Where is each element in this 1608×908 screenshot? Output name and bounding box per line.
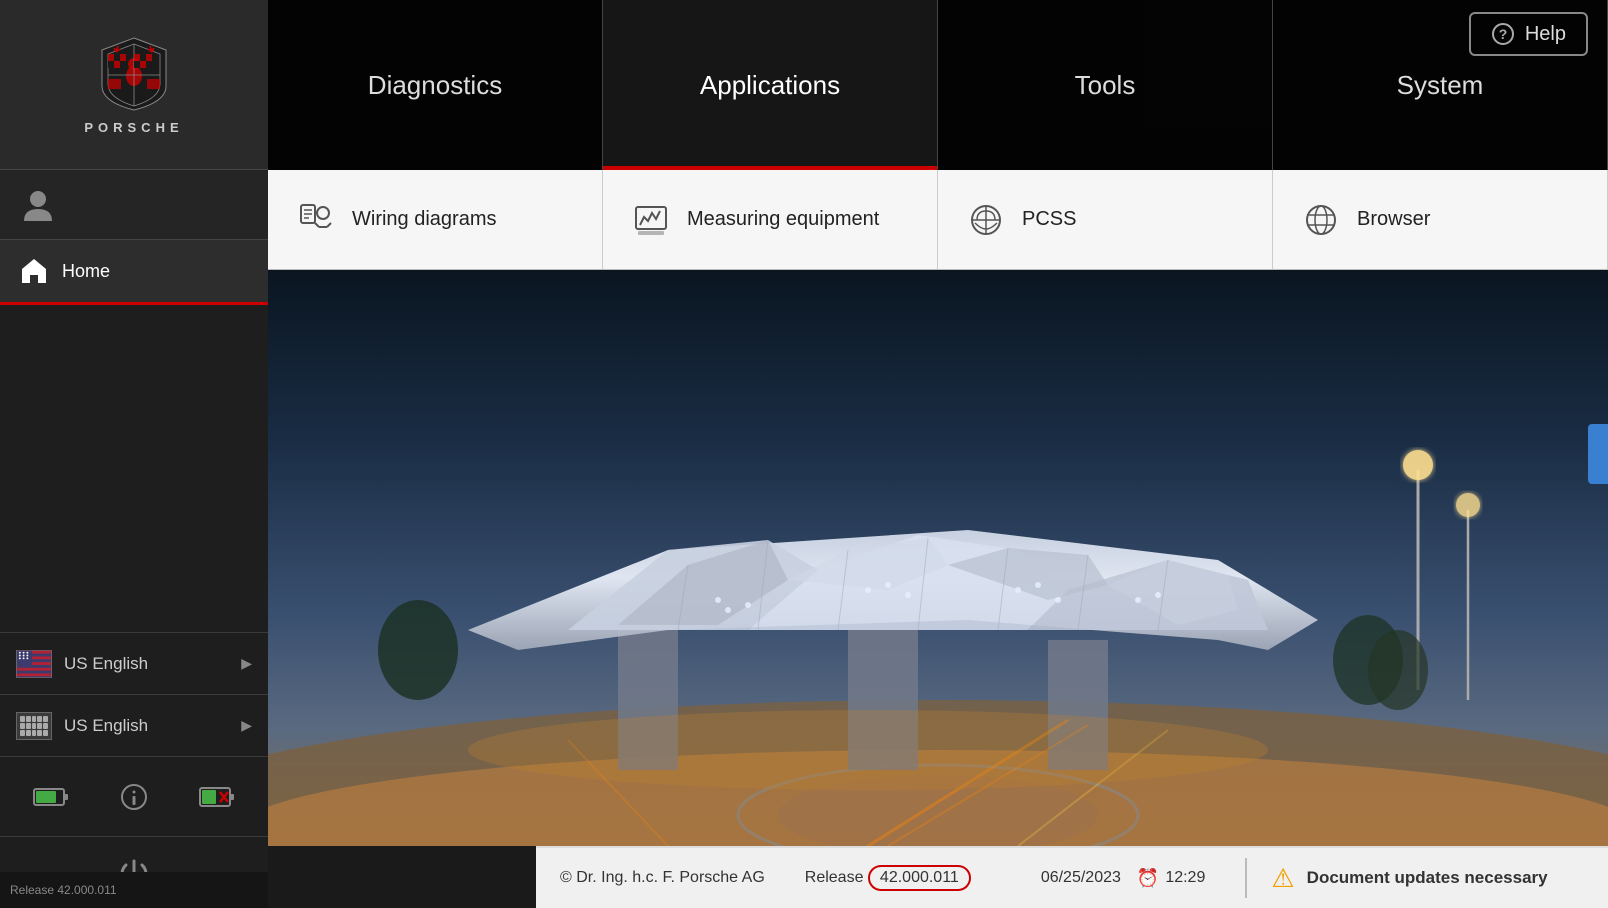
- hero-image: [268, 270, 1608, 846]
- status-warning-area: ⚠ Document updates necessary: [1271, 863, 1608, 894]
- help-label: Help: [1525, 23, 1566, 46]
- submenu-pcss[interactable]: PCSS: [938, 170, 1273, 269]
- us-flag-icon: [16, 650, 52, 678]
- sidebar-lang1[interactable]: US English ▶: [0, 632, 268, 694]
- sidebar-bottom: US English ▶ US English ▶: [0, 632, 268, 908]
- porsche-crest-icon: [94, 34, 174, 114]
- home-label: Home: [62, 261, 110, 282]
- browser-icon: [1303, 202, 1339, 238]
- svg-text:?: ?: [1499, 26, 1508, 42]
- submenu-browser-label: Browser: [1357, 208, 1430, 231]
- submenu-measuring[interactable]: Measuring equipment: [603, 170, 938, 269]
- release-info-text: Release 42.000.011: [805, 865, 971, 891]
- nav-diagnostics-label: Diagnostics: [368, 70, 502, 101]
- submenu-browser[interactable]: Browser: [1273, 170, 1608, 269]
- hero-background: [268, 270, 1608, 846]
- submenu: Wiring diagrams Measuring equipment: [268, 170, 1608, 270]
- submenu-measuring-label: Measuring equipment: [687, 208, 879, 231]
- sidebar-item-home[interactable]: Home: [0, 240, 268, 305]
- navbar: Diagnostics Applications Tools System: [268, 0, 1608, 170]
- wiring-icon: [298, 202, 334, 238]
- battery-icon: [26, 772, 76, 822]
- sidebar: PORSCHE Home: [0, 0, 268, 908]
- release-label: Release: [805, 869, 864, 886]
- clock-icon: ⏰: [1137, 868, 1159, 889]
- nav-applications[interactable]: Applications: [603, 0, 938, 170]
- nav-tools[interactable]: Tools: [938, 0, 1273, 170]
- pcss-icon: [968, 202, 1004, 238]
- submenu-wiring[interactable]: Wiring diagrams: [268, 170, 603, 269]
- status-divider: [1245, 858, 1247, 898]
- sidebar-icons-row: [0, 756, 268, 836]
- status-time: 12:29: [1165, 869, 1205, 887]
- right-edge-tab[interactable]: [1588, 424, 1608, 484]
- status-warning-text: Document updates necessary: [1307, 868, 1548, 888]
- porsche-wordmark: PORSCHE: [84, 120, 183, 135]
- statusbar: © Dr. Ing. h.c. F. Porsche AG Release 42…: [536, 846, 1608, 908]
- status-date: 06/25/2023: [1041, 869, 1121, 887]
- nav-applications-label: Applications: [700, 70, 840, 101]
- nav-tools-label: Tools: [1075, 70, 1136, 101]
- warning-triangle-icon: ⚠: [1271, 863, 1294, 894]
- help-circle-icon: ?: [1491, 22, 1515, 46]
- copyright-text: © Dr. Ing. h.c. F. Porsche AG: [560, 869, 765, 887]
- home-icon: [20, 257, 48, 285]
- nav-system-label: System: [1397, 70, 1484, 101]
- nav-diagnostics[interactable]: Diagnostics: [268, 0, 603, 170]
- lang1-arrow-icon: ▶: [241, 655, 252, 672]
- info-icon[interactable]: [109, 772, 159, 822]
- submenu-wiring-label: Wiring diagrams: [352, 208, 496, 231]
- logo-area: PORSCHE: [0, 0, 268, 170]
- main-area: ? Help Diagnostics Applications Tools Sy…: [268, 0, 1608, 908]
- release-number: 42.000.011: [868, 865, 971, 891]
- lang2-arrow-icon: ▶: [241, 717, 252, 734]
- release-text: Release 42.000.011: [10, 883, 117, 897]
- user-area[interactable]: [0, 170, 268, 240]
- lang1-text: US English: [64, 654, 229, 674]
- sidebar-lang2[interactable]: US English ▶: [0, 694, 268, 756]
- user-icon: [20, 187, 56, 223]
- lang2-text: US English: [64, 716, 229, 736]
- submenu-pcss-label: PCSS: [1022, 208, 1076, 231]
- battery-x-icon: [192, 772, 242, 822]
- keyboard-icon: [16, 712, 52, 740]
- help-button[interactable]: ? Help: [1469, 12, 1588, 56]
- release-info: Release 42.000.011: [0, 872, 268, 908]
- porsche-logo: PORSCHE: [84, 34, 183, 135]
- measuring-icon: [633, 202, 669, 238]
